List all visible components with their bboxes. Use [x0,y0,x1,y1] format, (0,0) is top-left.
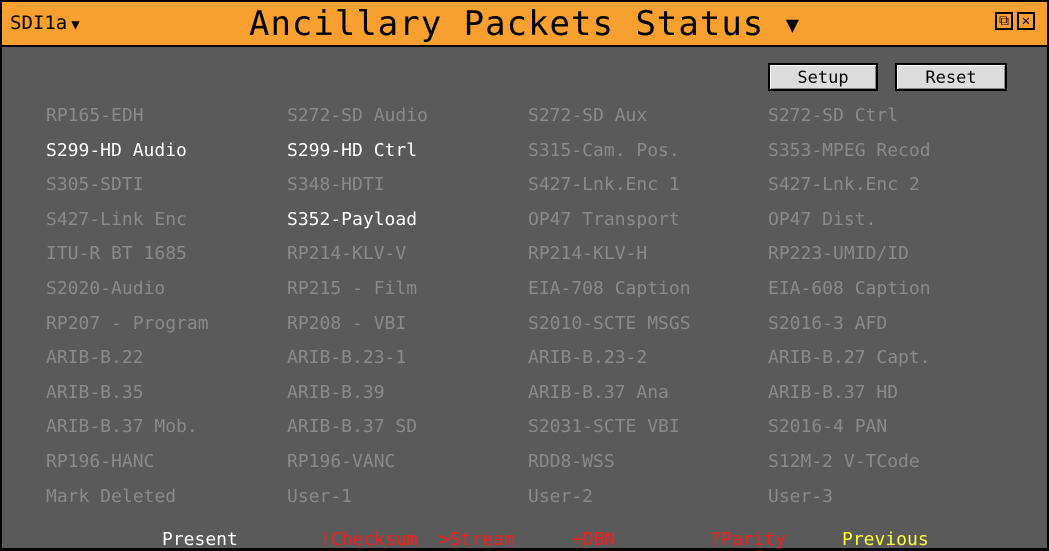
packet-status-item: ITU-R BT 1685 [46,243,187,265]
packet-status-item: S352-Payload [287,208,418,230]
packet-status-item: RP207 - Program [46,312,209,334]
packet-status-item: S2010-SCTE MSGS [528,312,691,334]
packet-status-item: S2016-4 PAN [768,416,888,438]
packet-status-item: S305-SDTI [46,174,144,196]
window-title[interactable]: Ancillary Packets Status ▼ [2,4,1047,44]
title-bar: SDI1a ▼ Ancillary Packets Status ▼ ⧉ ✕ [2,2,1047,47]
packet-status-item: ARIB-B.23-2 [528,347,648,369]
title-menu-chevron-down-icon[interactable]: ▼ [786,13,800,38]
legend-item: Previous [842,529,929,550]
packet-status-item: S2016-3 AFD [768,312,888,334]
ancillary-status-window: SDI1a ▼ Ancillary Packets Status ▼ ⧉ ✕ Se… [0,0,1049,550]
packet-status-item: ARIB-B.27 Capt. [768,347,931,369]
legend-item: !Checksum [320,529,418,550]
packet-status-item: S2020-Audio [46,278,166,299]
packet-status-item: S272-SD Aux [528,105,648,126]
packet-status-item: S427-Lnk.Enc 2 [768,174,920,196]
packet-status-item: ARIB-B.39 [287,381,385,403]
packet-status-item: User-3 [768,485,834,507]
packet-status-item: EIA-608 Caption [768,278,931,299]
restore-window-icon[interactable]: ⧉ [995,12,1013,30]
legend-item: ?Parity [710,529,786,550]
packet-status-item: S427-Link Enc [46,208,187,230]
packet-status-item: S299-HD Audio [46,139,187,161]
packet-status-item: S348-HDTI [287,174,385,196]
packet-status-item: User-1 [287,485,353,507]
packet-status-item: S427-Lnk.Enc 1 [528,174,680,196]
packet-status-item: ARIB-B.23-1 [287,347,407,369]
packet-status-item: OP47 Transport [528,208,680,230]
packet-status-item: RP223-UMID/ID [768,243,909,265]
packet-status-item: User-2 [528,485,594,507]
packet-status-item: RP214-KLV-H [528,243,648,265]
packet-status-item: S299-HD Ctrl [287,139,418,161]
packet-status-item: RP196-HANC [46,451,155,472]
reset-button[interactable]: Reset [895,63,1007,91]
packet-status-item: RP214-KLV-V [287,243,407,265]
packet-status-item: ARIB-B.37 Mob. [46,416,198,438]
packet-status-item: RP215 - Film [287,278,418,299]
packet-status-item: S272-SD Audio [287,105,428,126]
status-legend: Present !Checksum >Stream +DBN ?Parity Previo… [2,529,1047,551]
packet-status-item: ARIB-B.37 HD [768,381,899,403]
window-title-text: Ancillary Packets Status [248,4,765,44]
packet-status-item: ARIB-B.37 Ana [528,381,669,403]
packet-status-item: ARIB-B.37 SD [287,416,418,438]
packet-status-item: S315-Cam. Pos. [528,139,680,161]
packet-status-item: Mark Deleted [46,485,177,507]
packet-status-item: S2031-SCTE VBI [528,416,680,438]
packet-status-item: RP196-VANC [287,451,396,472]
packet-status-item: S353-MPEG Recod [768,139,931,161]
setup-button[interactable]: Setup [768,63,878,91]
packet-status-item: ARIB-B.35 [46,381,144,403]
packet-status-item: RP165-EDH [46,105,144,126]
packet-status-item: S12M-2 V-TCode [768,451,920,472]
packet-status-item: OP47 Dist. [768,208,877,230]
packet-status-item: RDD8-WSS [528,451,615,472]
legend-item: +DBN [572,529,616,550]
packet-status-item: S272-SD Ctrl [768,105,899,126]
legend-item: >Stream [439,529,515,550]
legend-item: Present [162,529,238,550]
close-window-icon[interactable]: ✕ [1017,12,1035,30]
packet-status-item: ARIB-B.22 [46,347,144,369]
packet-status-item: RP208 - VBI [287,312,407,334]
packet-status-item: EIA-708 Caption [528,278,691,299]
